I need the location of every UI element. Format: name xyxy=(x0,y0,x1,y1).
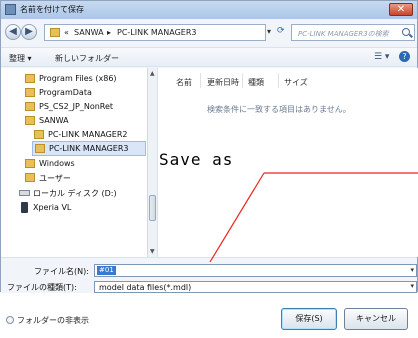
annotation-overlay xyxy=(209,172,418,263)
annotation-line-diagonal xyxy=(209,172,265,263)
